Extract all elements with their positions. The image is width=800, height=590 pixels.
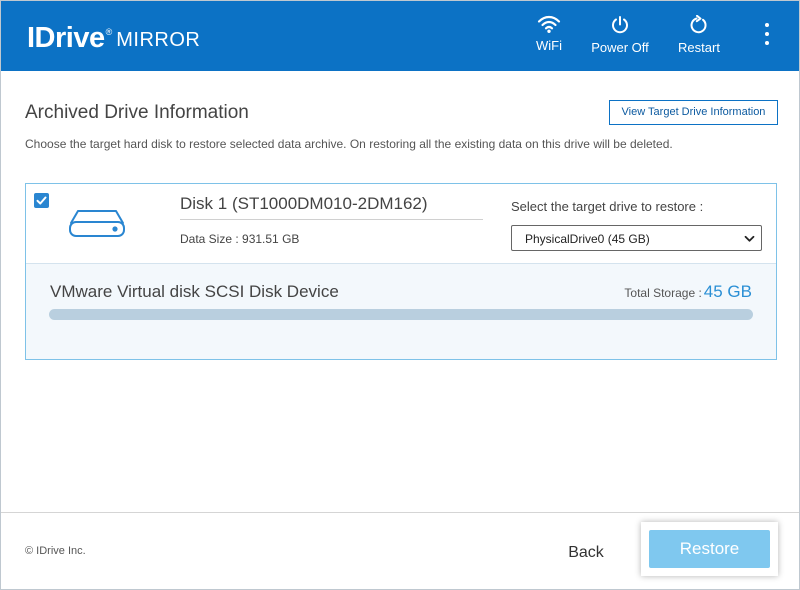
storage-progress-bar [49, 309, 753, 320]
vertical-ellipsis-icon[interactable] [757, 23, 777, 49]
target-drive-select[interactable]: PhysicalDrive0 (45 GB) [511, 225, 762, 251]
wifi-label: WiFi [536, 38, 562, 53]
power-off-label: Power Off [591, 40, 649, 55]
restart-label: Restart [678, 40, 720, 55]
data-size: Data Size : 931.51 GB [180, 232, 300, 246]
logo-product: MIRROR [116, 29, 201, 51]
copyright: © IDrive Inc. [25, 545, 86, 557]
total-storage: Total Storage : 45 GB [624, 282, 752, 302]
power-off-button[interactable]: Power Off [585, 15, 655, 61]
total-storage-label: Total Storage : [624, 286, 702, 300]
wifi-button[interactable]: WiFi [531, 15, 567, 61]
back-button[interactable]: Back [557, 541, 615, 565]
total-storage-value: 45 GB [703, 282, 752, 301]
target-drive-label: Select the target drive to restore : [511, 199, 704, 214]
checkmark-icon [36, 196, 47, 205]
disk-card: Disk 1 (ST1000DM010-2DM162) Data Size : … [25, 183, 777, 360]
logo-brand: IDrive [27, 22, 105, 54]
wifi-icon [537, 15, 561, 33]
restart-button[interactable]: Restart [672, 15, 726, 61]
hard-drive-icon [69, 210, 125, 237]
view-target-drive-button[interactable]: View Target Drive Information [609, 100, 778, 125]
disk-card-header: Disk 1 (ST1000DM010-2DM162) Data Size : … [26, 184, 776, 264]
restore-button-highlight: Restore [641, 522, 778, 576]
idrive-mirror-logo: IDrive ® MIRROR [27, 19, 200, 55]
power-icon [612, 16, 628, 34]
disk-divider [180, 219, 483, 220]
app-window: IDrive ® MIRROR WiFi Power Off Restart A… [0, 0, 800, 590]
footer-divider [1, 512, 799, 513]
page-title: Archived Drive Information [25, 102, 249, 123]
restore-description: Choose the target hard disk to restore s… [25, 137, 673, 151]
disk-checkbox[interactable] [34, 193, 49, 208]
restore-button[interactable]: Restore [649, 530, 770, 568]
logo-registered-mark: ® [105, 27, 113, 37]
restart-icon [690, 15, 707, 34]
target-drive-value: PhysicalDrive0 (45 GB) [525, 232, 650, 246]
disk-name: Disk 1 (ST1000DM010-2DM162) [180, 194, 428, 213]
header-bar: IDrive ® MIRROR WiFi Power Off Restart [1, 1, 799, 71]
chevron-down-icon [744, 235, 755, 242]
device-name: VMware Virtual disk SCSI Disk Device [50, 282, 339, 301]
